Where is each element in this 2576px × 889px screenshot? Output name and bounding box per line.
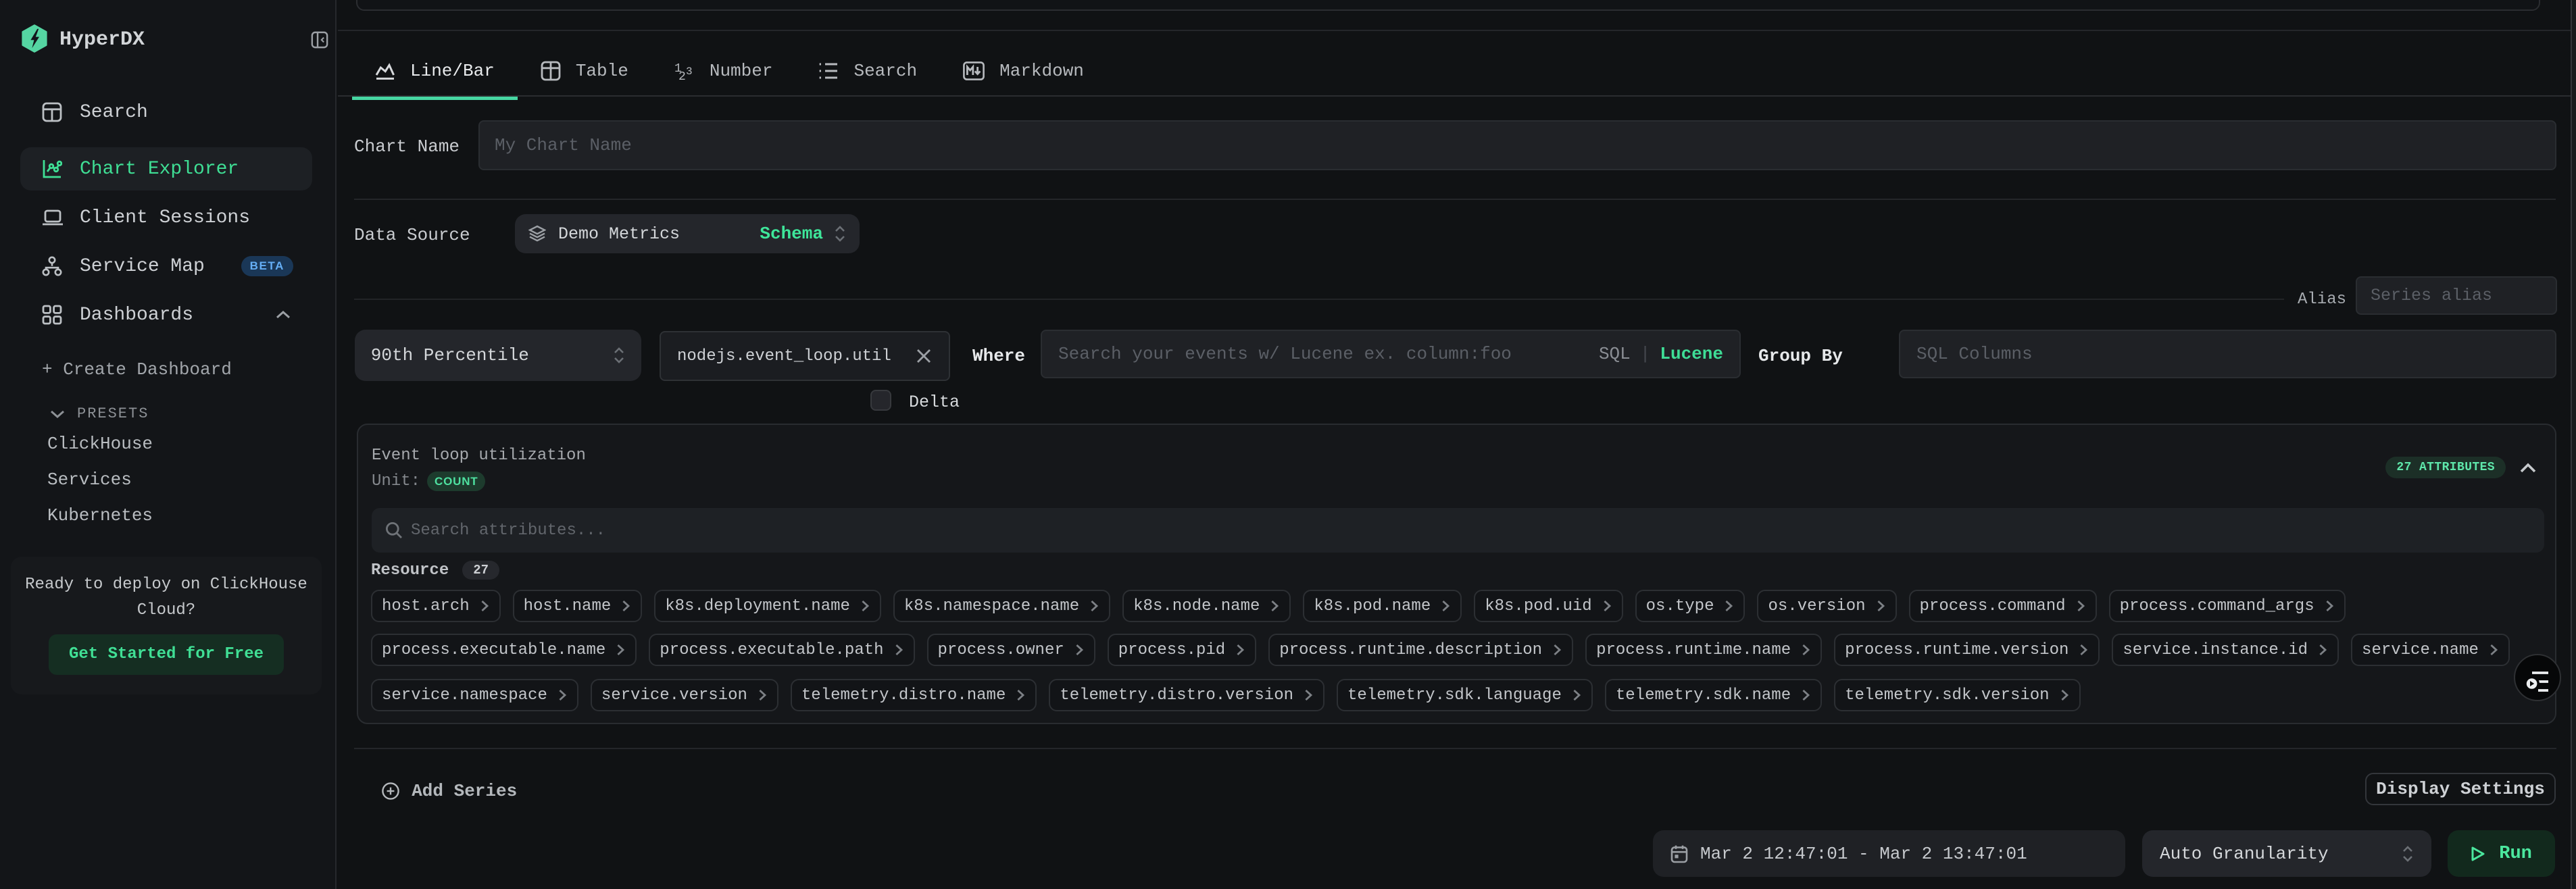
svg-text:2: 2 [678,70,686,81]
svg-text:3: 3 [686,66,693,78]
